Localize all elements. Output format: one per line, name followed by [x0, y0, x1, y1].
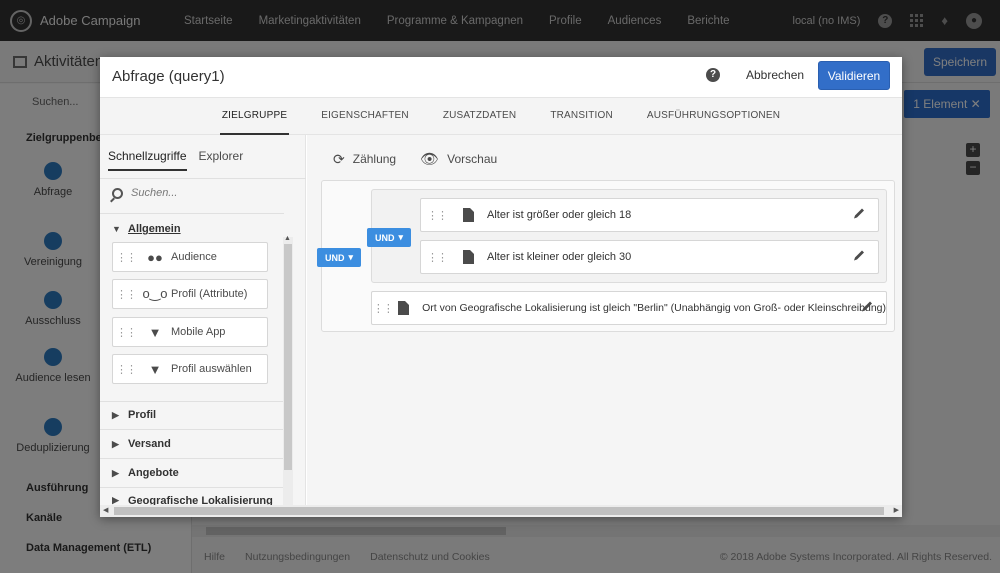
tab-execution-options[interactable]: AUSFÜHRUNGSOPTIONEN	[645, 97, 782, 135]
dialog-hscroll[interactable]: ◀ ▶	[100, 505, 902, 517]
outer-and-operator[interactable]: UND ▾	[317, 248, 361, 267]
palette-search-placeholder: Suchen...	[131, 187, 178, 199]
condition-text: Alter ist größer oder gleich 18	[487, 209, 632, 221]
attribute-link-icon: o‿o	[142, 286, 168, 301]
drag-handle-icon[interactable]: ⋮⋮	[113, 288, 139, 301]
chevron-right-icon: ▶	[112, 467, 119, 478]
edit-pencil-icon[interactable]	[852, 249, 866, 266]
drag-handle-icon[interactable]: ⋮⋮	[421, 209, 453, 222]
preview-button[interactable]: 👁 Vorschau	[420, 150, 497, 168]
palette-item-profile-attributes[interactable]: ⋮⋮ o‿o Profil (Attribute)	[112, 279, 268, 309]
cancel-button[interactable]: Abbrechen	[746, 68, 804, 82]
tab-additional-data[interactable]: ZUSATZDATEN	[441, 97, 519, 135]
count-button[interactable]: ⟳ Zählung	[333, 151, 396, 168]
audience-icon: ●●	[147, 249, 163, 265]
section-geolocation[interactable]: ▶ Geografische Lokalisierung	[112, 495, 273, 505]
palette-panel: Schnellzugriffe Explorer Suchen... ▼ All…	[100, 135, 306, 505]
edit-pencil-icon[interactable]	[860, 300, 874, 317]
palette-scrollbar[interactable]: ▲	[283, 235, 293, 505]
tab-properties[interactable]: EIGENSCHAFTEN	[319, 97, 411, 135]
palette-search[interactable]: Suchen...	[112, 187, 177, 199]
chevron-down-icon: ▼	[112, 224, 121, 234]
condition-city[interactable]: ⋮⋮ Ort von Geografische Lokalisierung is…	[371, 291, 887, 325]
edit-pencil-icon[interactable]	[852, 207, 866, 224]
query-editor: ⟳ Zählung 👁 Vorschau UND ▾ UND ▾ ⋮⋮ Alte…	[307, 135, 902, 505]
inner-condition-group: UND ▾ ⋮⋮ Alter ist größer oder gleich 18 …	[367, 189, 887, 283]
dialog-header: Abfrage (query1) ? Abbrechen Validieren	[100, 57, 902, 97]
refresh-icon: ⟳	[333, 150, 345, 167]
tab-target[interactable]: ZIELGRUPPE	[219, 97, 290, 135]
search-icon	[112, 187, 123, 199]
dialog-tabs: ZIELGRUPPE EIGENSCHAFTEN ZUSATZDATEN TRA…	[100, 97, 902, 135]
document-icon	[453, 250, 483, 264]
section-general[interactable]: ▼ Allgemein	[112, 223, 181, 235]
section-profile[interactable]: ▶ Profil	[112, 409, 156, 421]
tab-shortcuts[interactable]: Schnellzugriffe	[108, 149, 187, 171]
condition-text: Ort von Geografische Lokalisierung ist g…	[422, 302, 886, 314]
drag-handle-icon[interactable]: ⋮⋮	[421, 251, 453, 264]
dropdown-caret-icon: ▾	[348, 252, 354, 262]
dialog-help-icon[interactable]: ?	[706, 68, 720, 82]
palette-item-select-profile[interactable]: ⋮⋮ ▼ Profil auswählen	[112, 354, 268, 384]
query-toolbar: ⟳ Zählung 👁 Vorschau	[333, 150, 497, 169]
chevron-right-icon: ▶	[112, 438, 119, 449]
dialog-title: Abfrage (query1)	[112, 68, 225, 85]
chevron-right-icon: ▶	[112, 409, 119, 420]
filter-icon: ▼	[148, 361, 162, 377]
drag-handle-icon[interactable]: ⋮⋮	[113, 363, 139, 376]
palette-item-audience[interactable]: ⋮⋮ ●● Audience	[112, 242, 268, 272]
query-dialog: Abfrage (query1) ? Abbrechen Validieren …	[100, 57, 902, 517]
section-offers[interactable]: ▶ Angebote	[112, 467, 179, 479]
condition-age-min[interactable]: ⋮⋮ Alter ist größer oder gleich 18	[420, 198, 879, 232]
inner-and-operator[interactable]: UND ▾	[367, 228, 411, 247]
filter-icon: ▼	[148, 324, 162, 340]
document-icon	[394, 301, 414, 315]
palette-tabs: Schnellzugriffe Explorer	[108, 149, 243, 171]
chevron-right-icon: ▶	[112, 495, 119, 505]
validate-button[interactable]: Validieren	[818, 61, 890, 90]
section-delivery[interactable]: ▶ Versand	[112, 438, 171, 450]
condition-text: Alter ist kleiner oder gleich 30	[487, 251, 632, 263]
drag-handle-icon[interactable]: ⋮⋮	[113, 326, 139, 339]
document-icon	[453, 208, 483, 222]
drag-handle-icon[interactable]: ⋮⋮	[372, 302, 394, 315]
tab-transition[interactable]: TRANSITION	[548, 97, 615, 135]
condition-canvas: UND ▾ UND ▾ ⋮⋮ Alter ist größer oder gleic…	[317, 180, 895, 332]
drag-handle-icon[interactable]: ⋮⋮	[113, 251, 139, 264]
condition-age-max[interactable]: ⋮⋮ Alter ist kleiner oder gleich 30	[420, 240, 879, 274]
palette-item-mobile-app[interactable]: ⋮⋮ ▼ Mobile App	[112, 317, 268, 347]
eye-icon: 👁	[420, 151, 440, 168]
dropdown-caret-icon: ▾	[398, 232, 404, 242]
tab-explorer[interactable]: Explorer	[199, 149, 244, 171]
